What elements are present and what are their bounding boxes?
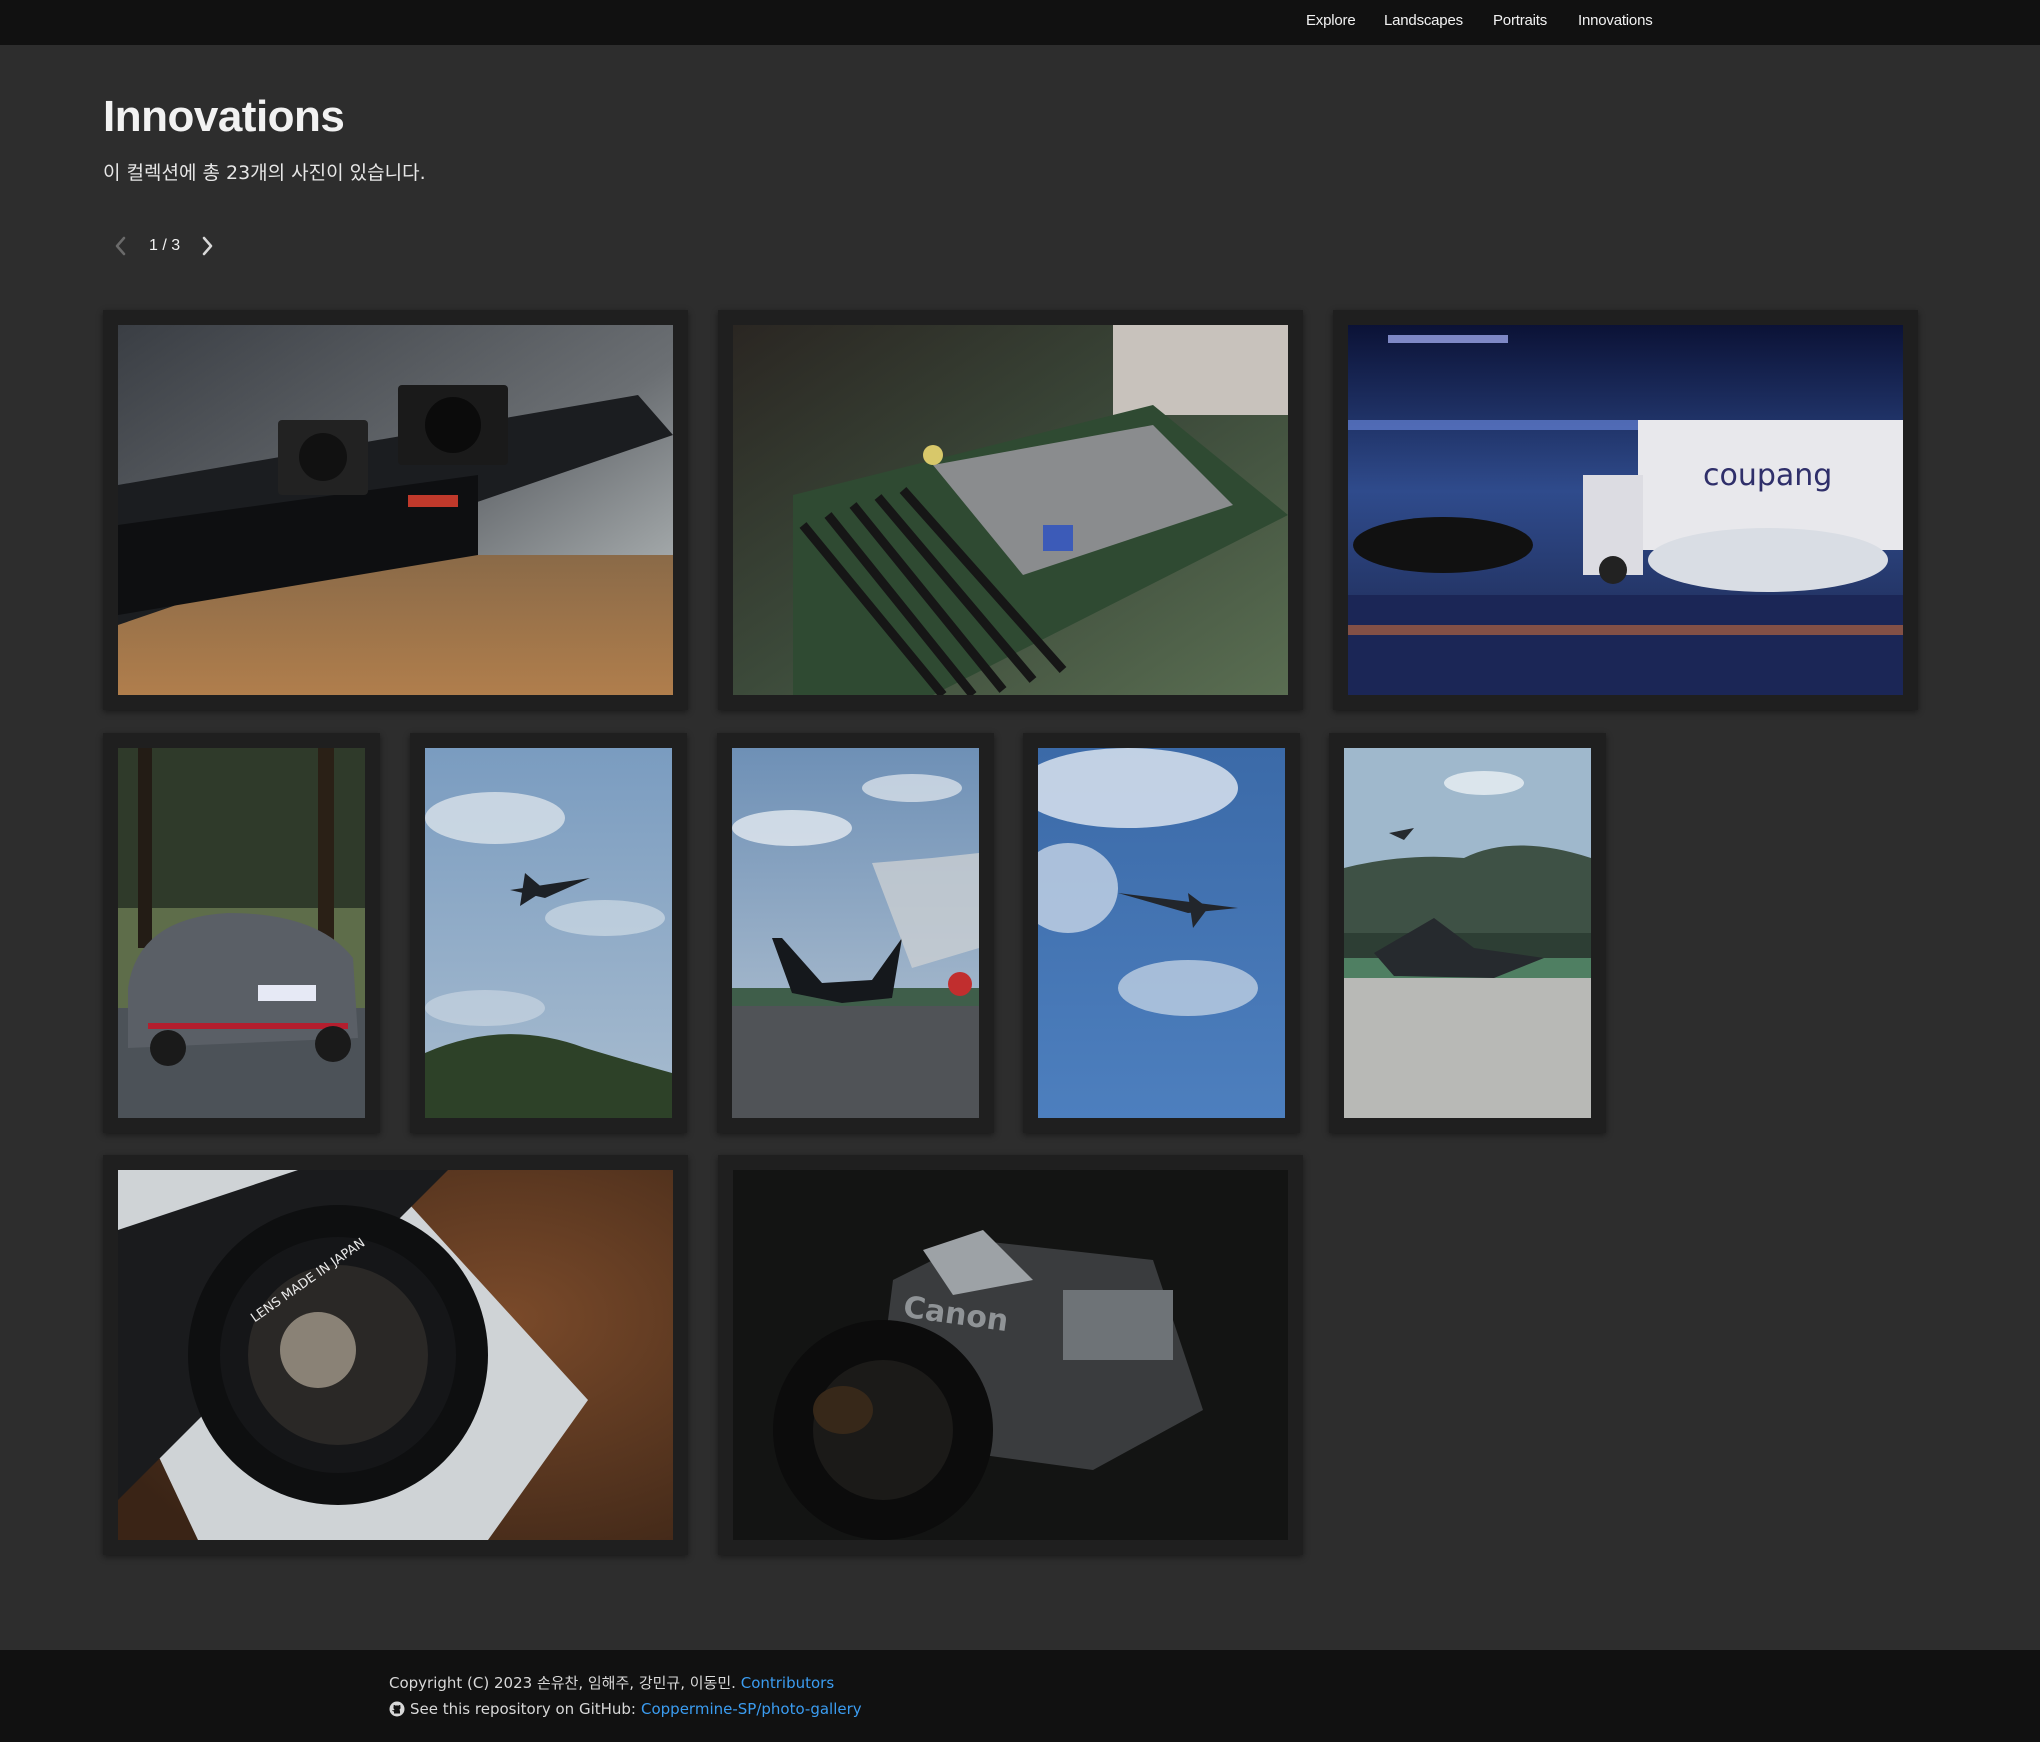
copyright-text: Copyright (C) 2023 손유찬, 임해주, 강민규, 이동민. — [389, 1674, 736, 1692]
photo-jet-blue-sky — [1038, 748, 1285, 1118]
page-title: Innovations — [103, 92, 345, 141]
photo-canon-lens-closeup: LENS MADE IN JAPAN — [118, 1170, 673, 1540]
page-indicator: 1 / 3 — [149, 237, 181, 254]
footer-repository: See this repository on GitHub: Coppermin… — [389, 1700, 862, 1718]
photo-card-airfield[interactable] — [1329, 733, 1606, 1133]
nav-item-portraits[interactable]: Portraits — [1493, 12, 1547, 29]
photo-night-street-truck: coupang — [1348, 325, 1903, 695]
photo-card-server[interactable] — [103, 310, 688, 710]
photo-card-car[interactable] — [103, 733, 380, 1133]
photo-fighter-jet-hills — [425, 748, 672, 1118]
repository-label: See this repository on GitHub: — [410, 1700, 636, 1718]
photo-card-circuit[interactable] — [718, 310, 1303, 710]
nav-item-explore[interactable]: Explore — [1306, 12, 1356, 29]
photo-circuit-board — [733, 325, 1288, 695]
top-navbar: Explore Landscapes Portraits Innovations — [0, 0, 2040, 45]
github-icon — [389, 1701, 405, 1717]
footer — [0, 1650, 2040, 1742]
prev-page-button[interactable] — [112, 233, 130, 259]
photo-card-jets-runway[interactable] — [717, 733, 994, 1133]
photo-server-hardware — [118, 325, 673, 695]
coupang-logo-text: coupang — [1703, 458, 1832, 493]
nav-item-innovations[interactable]: Innovations — [1578, 12, 1653, 29]
photo-canon-camera-dark: Canon — [733, 1170, 1288, 1540]
nav-item-landscapes[interactable]: Landscapes — [1384, 12, 1463, 29]
photo-hyundai-car — [118, 748, 365, 1118]
contributors-link[interactable]: Contributors — [741, 1674, 834, 1692]
photo-jet-helicopter-airfield — [1344, 748, 1591, 1118]
chevron-right-icon — [202, 236, 213, 256]
collection-count-text: 이 컬렉션에 총 23개의 사진이 있습니다. — [103, 162, 426, 184]
next-page-button[interactable] — [198, 233, 216, 259]
photo-card-canon-camera[interactable]: Canon — [718, 1155, 1303, 1555]
photo-fighter-jets-runway — [732, 748, 979, 1118]
photo-card-night-street[interactable]: coupang — [1333, 310, 1918, 710]
photo-card-jet-sky[interactable] — [1023, 733, 1300, 1133]
footer-copyright: Copyright (C) 2023 손유찬, 임해주, 강민규, 이동민. C… — [389, 1672, 834, 1693]
photo-card-canon-lens[interactable]: LENS MADE IN JAPAN — [103, 1155, 688, 1555]
photo-card-jet-hills[interactable] — [410, 733, 687, 1133]
repository-link[interactable]: Coppermine-SP/photo-gallery — [641, 1700, 862, 1718]
chevron-left-icon — [115, 236, 126, 256]
